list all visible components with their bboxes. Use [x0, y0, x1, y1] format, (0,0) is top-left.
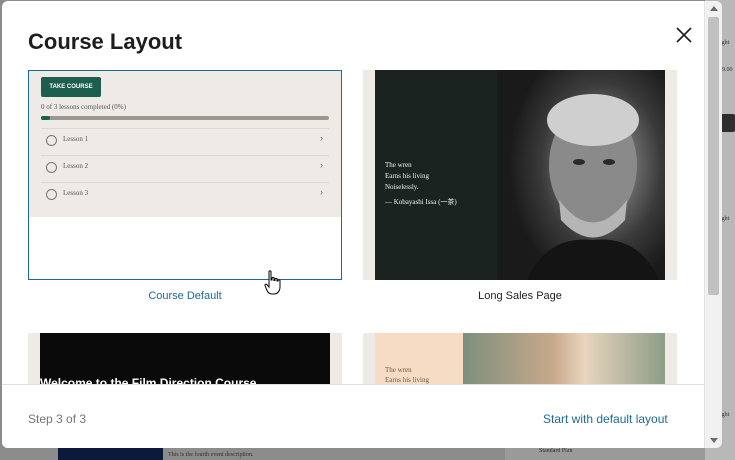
radio-circle-icon — [46, 135, 57, 146]
chevron-right-icon: › — [320, 133, 323, 143]
hand-pointer-cursor-icon — [264, 270, 282, 301]
radio-circle-icon — [46, 189, 57, 200]
scroll-down-arrow-icon[interactable] — [710, 438, 718, 443]
background-plan-card — [505, 446, 705, 460]
modal-footer: Step 3 of 3 Start with default layout — [2, 384, 704, 448]
lesson-item: Lesson 2 › — [41, 155, 329, 178]
quote-line: The wren — [385, 366, 412, 374]
background-event-description: This is the fourth event description. — [168, 452, 254, 458]
scroll-up-arrow-icon[interactable] — [710, 6, 718, 11]
lesson-name: Lesson 2 — [63, 162, 89, 170]
layout-card-quote-photo[interactable]: The wren Earns his living — [363, 333, 677, 385]
progress-text: 0 of 3 lessons completed (0%) — [41, 103, 126, 111]
start-with-default-layout-link[interactable]: Start with default layout — [543, 412, 668, 426]
close-icon[interactable] — [670, 21, 698, 49]
quote-line: Noiselessly. — [385, 183, 419, 191]
lesson-item: Lesson 3 › — [41, 182, 329, 205]
background-event-image — [58, 448, 163, 460]
preview-quote: The wren Earns his living — [385, 365, 429, 385]
quote-author: — Kobayashi Issa (一茶) — [385, 198, 457, 206]
layout-card-film-course[interactable]: Welcome to the Film Direction Course — [28, 333, 342, 385]
layout-preview: The wren Earns his living Noiselessly. —… — [363, 70, 677, 280]
modal-title: Course Layout — [28, 29, 183, 54]
course-preview-panel: TAKE COURSE 0 of 3 lessons completed (0%… — [29, 71, 341, 217]
progress-fill — [41, 116, 50, 120]
layout-card-label: Course Default — [148, 290, 222, 302]
quote-line: The wren — [385, 161, 412, 169]
course-layout-modal: Course Layout TAKE COURSE 0 of 3 lessons… — [2, 1, 704, 448]
quote-text: The wren Earns his living Noiselessly. —… — [385, 160, 457, 208]
lesson-name: Lesson 1 — [63, 135, 89, 143]
portrait-photo — [497, 70, 665, 280]
layout-preview: TAKE COURSE 0 of 3 lessons completed (0%… — [28, 70, 342, 280]
lesson-name: Lesson 3 — [63, 189, 89, 197]
take-course-button: TAKE COURSE — [41, 77, 101, 97]
chevron-right-icon: › — [320, 160, 323, 170]
sales-preview-background: The wren Earns his living Noiselessly. —… — [363, 70, 677, 280]
background-plan-name: Standard Plan — [539, 448, 573, 454]
lesson-item: Lesson 1 › — [41, 128, 329, 151]
layout-card-label: Long Sales Page — [478, 290, 562, 302]
scroll-thumb[interactable] — [708, 17, 719, 295]
step-indicator: Step 3 of 3 — [28, 412, 87, 426]
preview-photo — [463, 333, 665, 385]
chevron-right-icon: › — [320, 187, 323, 197]
progress-bar — [41, 116, 329, 120]
radio-circle-icon — [46, 162, 57, 173]
modal-scrollbar[interactable] — [704, 1, 722, 448]
quote-line: Earns his living — [385, 172, 429, 180]
